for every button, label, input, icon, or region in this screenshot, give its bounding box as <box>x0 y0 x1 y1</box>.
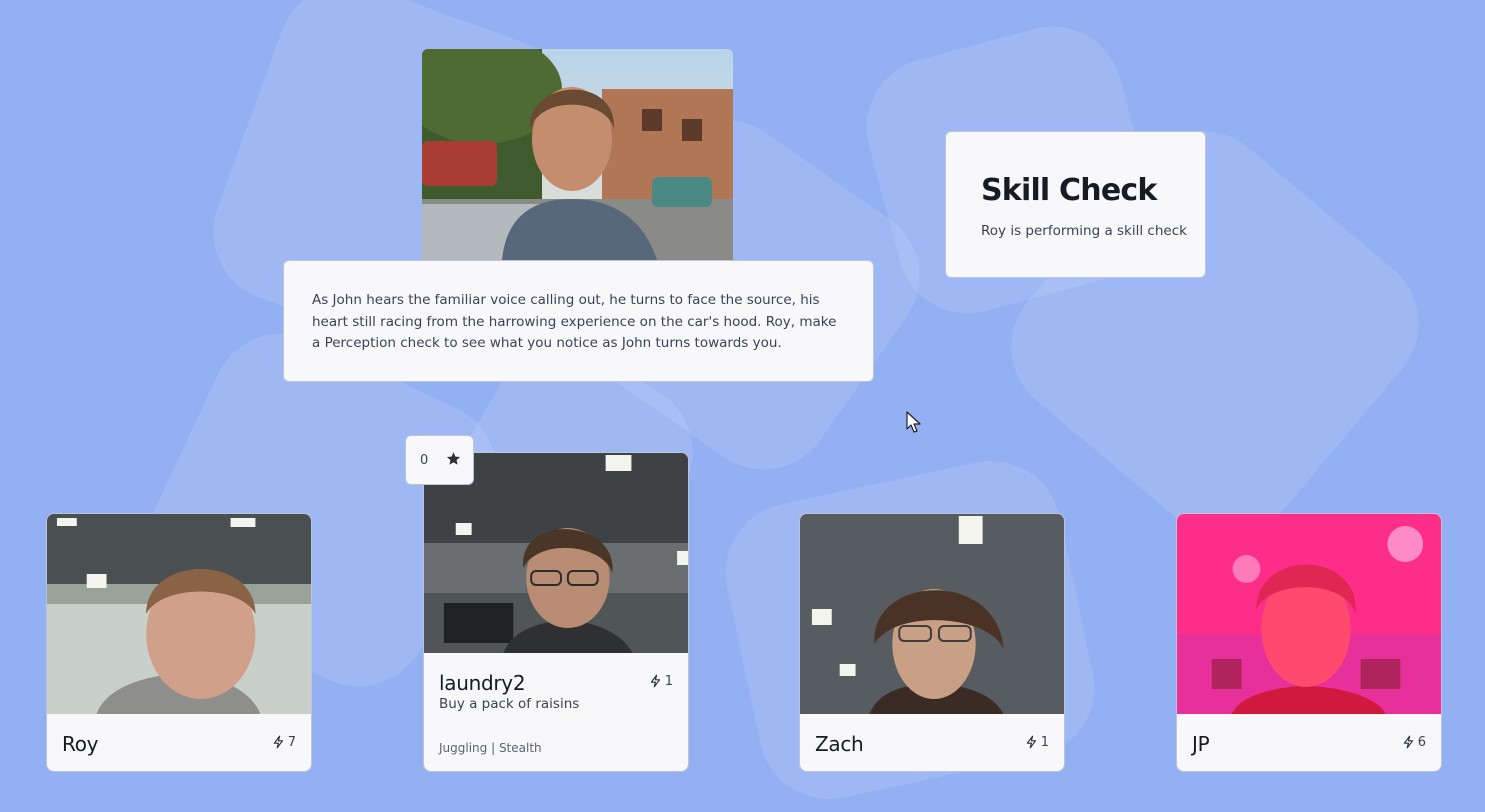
skill-check-card: Skill Check Roy is performing a skill ch… <box>945 131 1206 278</box>
player-energy-value: 6 <box>1417 734 1426 750</box>
mouse-cursor-icon <box>906 411 921 433</box>
player-camera-feed <box>47 514 311 714</box>
player-energy: 1 <box>649 673 673 689</box>
player-name: Zach <box>815 732 864 756</box>
star-badge[interactable]: 0 <box>405 435 474 485</box>
player-name: Roy <box>62 732 99 756</box>
narration-card: As John hears the familiar voice calling… <box>283 260 874 382</box>
star-count: 0 <box>420 452 429 468</box>
lightning-icon <box>1403 735 1413 749</box>
player-camera-feed <box>1177 514 1441 714</box>
skill-check-subtitle: Roy is performing a skill check <box>981 223 1187 239</box>
player-energy-value: 1 <box>664 673 673 689</box>
player-card-zach[interactable]: Zach 1 <box>799 513 1065 772</box>
player-energy-value: 1 <box>1040 734 1049 750</box>
player-card-jp[interactable]: JP 6 <box>1176 513 1442 772</box>
lightning-icon <box>650 674 660 688</box>
player-name: laundry2 <box>439 671 526 695</box>
player-energy-value: 7 <box>287 734 296 750</box>
player-card-roy[interactable]: Roy 7 <box>46 513 312 772</box>
player-energy: 1 <box>1025 734 1049 750</box>
narrator-portrait <box>422 49 733 260</box>
player-energy: 7 <box>272 734 296 750</box>
star-icon[interactable] <box>446 451 461 470</box>
player-card-laundry2[interactable]: laundry2 1 Buy a pack of raisins Jugglin… <box>423 452 689 772</box>
lightning-icon <box>273 735 283 749</box>
player-energy: 6 <box>1402 734 1426 750</box>
player-camera-feed <box>800 514 1064 714</box>
player-goal: Buy a pack of raisins <box>439 696 580 712</box>
lightning-icon <box>1026 735 1036 749</box>
narration-text: As John hears the familiar voice calling… <box>312 292 837 351</box>
player-skills: Juggling | Stealth <box>439 741 542 755</box>
skill-check-title: Skill Check <box>981 173 1157 208</box>
player-name: JP <box>1192 732 1210 756</box>
